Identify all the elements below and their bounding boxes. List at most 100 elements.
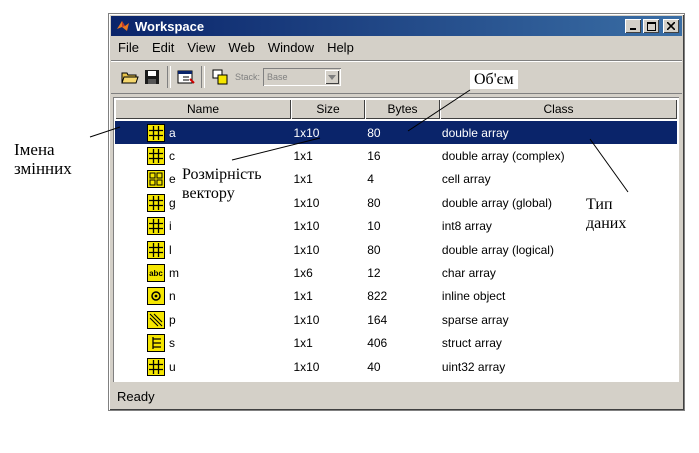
close-button[interactable] (663, 19, 679, 33)
open-folder-icon (121, 72, 139, 84)
annotation-line: Тип (586, 196, 613, 213)
annotation-line: вектору (182, 185, 235, 202)
cell-bytes: 4 (367, 172, 374, 187)
delete-button[interactable] (209, 66, 231, 88)
table-row[interactable]: u 1x10 40 uint32 array (115, 355, 677, 378)
cell-bytes: 10 (367, 219, 381, 234)
annotation-line: змінних (14, 159, 72, 178)
cell-bytes: 80 (367, 125, 381, 140)
table-row[interactable]: n 1x1 822 inline object (115, 285, 677, 308)
menu-view[interactable]: View (187, 40, 215, 55)
cell-size: 1x6 (293, 266, 313, 281)
toolbar-separator (201, 66, 205, 88)
cell-size: 1x10 (293, 312, 320, 327)
import-button[interactable] (175, 66, 197, 88)
toolbar-separator (167, 66, 171, 88)
close-icon (667, 22, 675, 30)
annotation-dimension: Розмірність вектору (180, 165, 264, 203)
cell-class: inline object (441, 289, 506, 304)
menu-web[interactable]: Web (228, 40, 255, 55)
variable-name: s (169, 336, 175, 351)
stack-label: Stack: (235, 72, 261, 82)
save-disk-icon (145, 70, 159, 84)
cell-name: n (115, 287, 290, 306)
annotation-line: Розмірність (182, 166, 262, 183)
menu-edit[interactable]: Edit (152, 40, 174, 55)
annotation-line: Імена (14, 140, 55, 159)
cell-bytes: 406 (367, 336, 388, 351)
annotation-line: даних (586, 215, 627, 232)
open-button[interactable] (119, 66, 141, 88)
cell-bytes: 80 (367, 242, 381, 257)
cell-name: s (115, 334, 290, 353)
cell-size: 1x1 (293, 336, 313, 351)
sparse-array-icon (147, 310, 165, 329)
cell-bytes: 12 (367, 266, 381, 281)
maximize-button[interactable] (643, 19, 659, 33)
cell-bytes: 80 (367, 195, 381, 210)
cell-name: i (115, 217, 290, 236)
matlab-logo-icon (117, 21, 129, 31)
column-header-class[interactable]: Class (440, 99, 677, 119)
cell-size: 1x10 (293, 125, 320, 140)
cell-class: double array (complex) (441, 149, 565, 164)
variable-name: p (169, 312, 176, 327)
annotation-volume: Об'єм (470, 70, 518, 89)
stack-select[interactable]: Base (263, 68, 342, 86)
double-array-icon (147, 147, 165, 166)
list-rows: a 1x10 80 double array c 1x1 16 double array (c… (115, 121, 677, 378)
cell-size: 1x10 (293, 219, 320, 234)
cell-size: 1x10 (293, 359, 320, 374)
cell-class: double array (logical) (441, 242, 554, 257)
cell-class: double array (441, 125, 509, 140)
cell-size: 1x10 (293, 195, 320, 210)
cell-class: double array (global) (441, 195, 552, 210)
column-header-name[interactable]: Name (115, 99, 291, 119)
table-row[interactable]: abc m 1x6 12 char array (115, 261, 677, 284)
table-row[interactable]: l 1x10 80 double array (logical) (115, 238, 677, 261)
cell-name: abc m (115, 264, 290, 283)
maximize-icon (646, 21, 656, 31)
char-array-icon: abc (147, 264, 165, 283)
cell-class: struct array (441, 336, 502, 351)
column-header-size[interactable]: Size (291, 99, 365, 119)
variable-name: u (169, 359, 176, 374)
cell-name: a (115, 123, 290, 142)
double-array-icon (147, 123, 165, 142)
menu-help[interactable]: Help (327, 40, 354, 55)
table-row[interactable]: s 1x1 406 struct array (115, 332, 677, 355)
table-row[interactable]: p 1x10 164 sparse array (115, 308, 677, 331)
cell-class: int8 array (441, 219, 492, 234)
menu-file[interactable]: File (118, 40, 139, 55)
table-row[interactable]: a 1x10 80 double array (115, 121, 677, 145)
title-bar[interactable]: Workspace (111, 16, 682, 36)
window-title: Workspace (135, 18, 205, 34)
variable-name: n (169, 289, 176, 304)
save-button[interactable] (141, 66, 163, 88)
cell-size: 1x10 (293, 242, 320, 257)
variable-name: l (169, 242, 172, 257)
variable-list[interactable]: Name Size Bytes Class a 1x10 80 double arra… (113, 97, 679, 382)
minimize-button[interactable] (625, 19, 641, 33)
list-header: Name Size Bytes Class (115, 99, 677, 119)
cell-bytes: 40 (367, 359, 381, 374)
cell-name: c (115, 147, 290, 166)
cell-class: cell array (441, 172, 491, 187)
toolbar: Stack: Base (111, 60, 682, 94)
variable-name: i (169, 219, 172, 234)
double-array-icon (147, 357, 165, 376)
variable-name: m (169, 266, 179, 281)
cell-size: 1x1 (293, 172, 313, 187)
import-data-icon (177, 70, 195, 84)
chevron-down-icon[interactable] (325, 70, 340, 84)
menu-window[interactable]: Window (268, 40, 314, 55)
cell-class: sparse array (441, 312, 509, 327)
column-header-bytes[interactable]: Bytes (365, 99, 440, 119)
cell-class: uint32 array (441, 359, 506, 374)
status-text: Ready (117, 388, 155, 404)
cell-bytes: 16 (367, 149, 381, 164)
annotation-data-type: Тип даних (586, 195, 626, 233)
status-bar: Ready (111, 384, 682, 408)
cell-size: 1x1 (293, 149, 313, 164)
cell-bytes: 822 (367, 289, 388, 304)
